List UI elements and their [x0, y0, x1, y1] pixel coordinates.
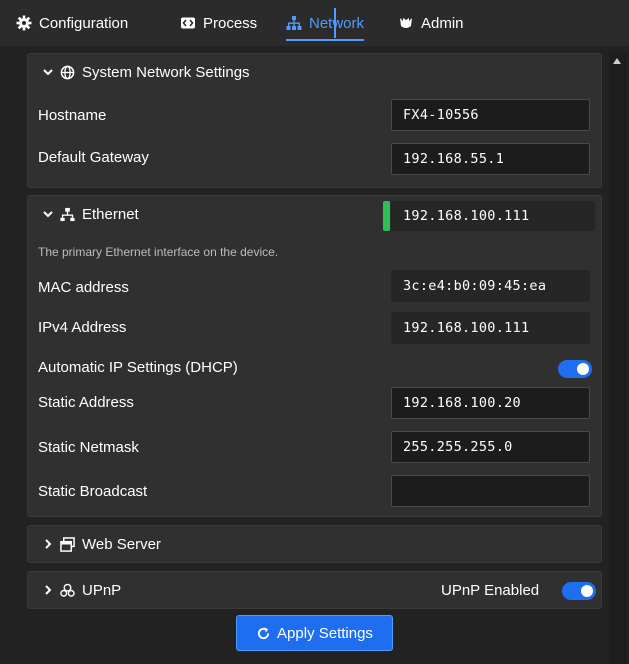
chevron-right-icon [45, 585, 52, 595]
refresh-icon [257, 626, 270, 639]
ethernet-description: The primary Ethernet interface on the de… [38, 245, 279, 259]
web-server-panel[interactable]: Web Server [27, 525, 602, 563]
chevron-right-icon [45, 539, 52, 549]
static-address-input[interactable]: 192.168.100.20 [391, 387, 590, 419]
dhcp-toggle[interactable] [558, 360, 592, 378]
process-icon [181, 17, 195, 29]
ethernet-title: Ethernet [82, 205, 139, 223]
tab-process[interactable]: Process [180, 12, 257, 34]
apply-settings-button[interactable]: Apply Settings [236, 615, 393, 651]
static-netmask-label: Static Netmask [38, 439, 139, 456]
upnp-enabled-toggle[interactable] [562, 582, 596, 600]
upnp-toggle-knob [581, 585, 593, 597]
system-network-header[interactable]: System Network Settings [43, 60, 250, 84]
static-broadcast-input[interactable] [391, 475, 590, 507]
tab-configuration-label: Configuration [39, 14, 129, 32]
text-cursor [334, 8, 336, 38]
mac-address-label: MAC address [38, 279, 129, 296]
chevron-down-icon [43, 211, 53, 218]
vertical-scrollbar[interactable] [609, 52, 627, 664]
hostname-input[interactable]: FX4-10556 [391, 99, 590, 131]
ethernet-header-ip: 192.168.100.111 [391, 201, 595, 231]
upnp-enabled-label: UPnP Enabled [441, 582, 540, 599]
ipv4-address-label: IPv4 Address [38, 319, 127, 336]
tab-process-label: Process [203, 14, 258, 32]
default-gateway-label: Default Gateway [38, 149, 149, 166]
tab-configuration[interactable]: Configuration [16, 12, 128, 34]
upnp-icon [60, 583, 75, 597]
static-netmask-input[interactable]: 255.255.255.0 [391, 431, 590, 463]
web-server-icon [60, 536, 75, 552]
tab-admin-label: Admin [421, 14, 464, 32]
scroll-up-arrow-icon[interactable] [613, 58, 621, 64]
web-server-header[interactable]: Web Server [43, 532, 161, 556]
globe-icon [60, 65, 75, 79]
tab-network-label: Network [309, 14, 365, 32]
dhcp-toggle-knob [577, 363, 589, 375]
static-broadcast-label: Static Broadcast [38, 483, 148, 500]
tab-network[interactable]: Network [286, 12, 365, 41]
chevron-down-icon [43, 69, 53, 76]
link-status-indicator [383, 201, 390, 231]
upnp-header[interactable]: UPnP [43, 578, 121, 602]
system-network-panel: System Network Settings Hostname FX4-105… [27, 53, 602, 188]
web-server-title: Web Server [82, 535, 161, 553]
network-icon [286, 16, 302, 30]
tab-admin[interactable]: Admin [398, 12, 464, 34]
gear-icon [16, 15, 32, 31]
upnp-title: UPnP [82, 581, 122, 599]
ipv4-address-value: 192.168.100.111 [391, 312, 590, 344]
ethernet-header[interactable]: Ethernet [43, 202, 139, 226]
dhcp-label: Automatic IP Settings (DHCP) [38, 359, 238, 376]
default-gateway-input[interactable]: 192.168.55.1 [391, 143, 590, 175]
ethernet-panel: Ethernet 192.168.100.111 The primary Eth… [27, 195, 602, 517]
top-nav: Configuration Process Network Admin [0, 0, 629, 46]
apply-settings-label: Apply Settings [277, 624, 373, 642]
admin-icon [400, 18, 412, 28]
ethernet-icon [60, 207, 75, 221]
active-tab-underline [286, 39, 365, 41]
hostname-label: Hostname [38, 107, 107, 124]
static-address-label: Static Address [38, 394, 134, 411]
mac-address-value: 3c:e4:b0:09:45:ea [391, 270, 590, 302]
system-network-title: System Network Settings [82, 63, 250, 81]
upnp-panel[interactable]: UPnP UPnP Enabled [27, 571, 602, 609]
